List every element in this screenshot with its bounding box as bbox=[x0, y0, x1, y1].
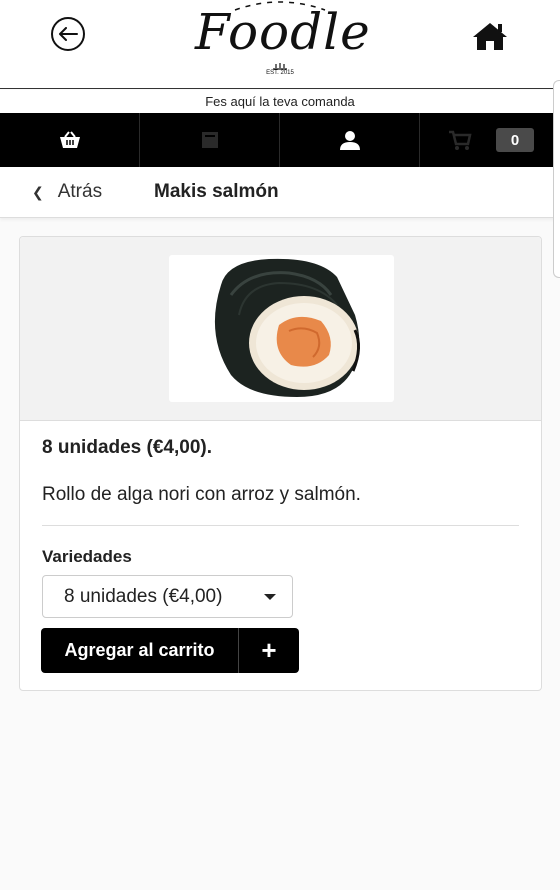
cart-count-badge: 0 bbox=[496, 128, 534, 152]
product-card: 8 unidades (€4,00). Rollo de alga nori c… bbox=[19, 236, 542, 691]
scrollbar[interactable] bbox=[553, 80, 560, 278]
product-image-area bbox=[20, 237, 541, 421]
caret-down-icon bbox=[264, 594, 276, 600]
breadcrumb: ❮ Atrás Makis salmón bbox=[0, 167, 560, 218]
home-icon bbox=[473, 23, 507, 50]
foodle-logo[interactable]: Foodle EST. 2015 bbox=[195, 0, 371, 86]
chevron-left-icon: ❮ bbox=[32, 183, 44, 200]
app-header: Foodle EST. 2015 bbox=[0, 0, 560, 89]
product-photo bbox=[169, 255, 394, 402]
user-icon bbox=[339, 131, 360, 150]
variety-select[interactable]: 8 unidades (€4,00) bbox=[42, 575, 293, 618]
arrow-left-icon bbox=[59, 27, 78, 41]
product-description: Rollo de alga nori con arroz y salmón. bbox=[42, 484, 361, 505]
variety-selected-value: 8 unidades (€4,00) bbox=[64, 586, 223, 607]
divider bbox=[42, 525, 519, 526]
page-title: Makis salmón bbox=[154, 181, 279, 202]
back-link-label: Atrás bbox=[57, 181, 103, 202]
logo-est: EST. 2015 bbox=[266, 70, 294, 76]
basket-icon bbox=[59, 131, 80, 148]
nav-cart[interactable]: 0 bbox=[420, 113, 560, 167]
maki-roll-image bbox=[214, 258, 360, 397]
main-nav: 0 bbox=[0, 113, 560, 167]
home-button[interactable] bbox=[471, 20, 509, 52]
book-icon bbox=[201, 132, 218, 148]
logo-text: Foodle bbox=[195, 3, 371, 61]
varieties-label: Variedades bbox=[42, 547, 132, 566]
back-arrow-button[interactable] bbox=[51, 17, 85, 51]
plus-icon[interactable]: + bbox=[239, 628, 299, 673]
product-title: 8 unidades (€4,00). bbox=[42, 437, 213, 458]
cart-icon bbox=[449, 130, 472, 150]
nav-menu-book[interactable] bbox=[140, 113, 280, 167]
tagline: Fes aquí la teva comanda bbox=[0, 90, 560, 113]
nav-basket[interactable] bbox=[0, 113, 140, 167]
back-link[interactable]: ❮ Atrás bbox=[32, 167, 102, 217]
add-to-cart-button[interactable]: Agregar al carrito bbox=[41, 628, 239, 673]
add-to-cart-button-group[interactable]: Agregar al carrito + bbox=[41, 628, 299, 673]
nav-user[interactable] bbox=[280, 113, 420, 167]
